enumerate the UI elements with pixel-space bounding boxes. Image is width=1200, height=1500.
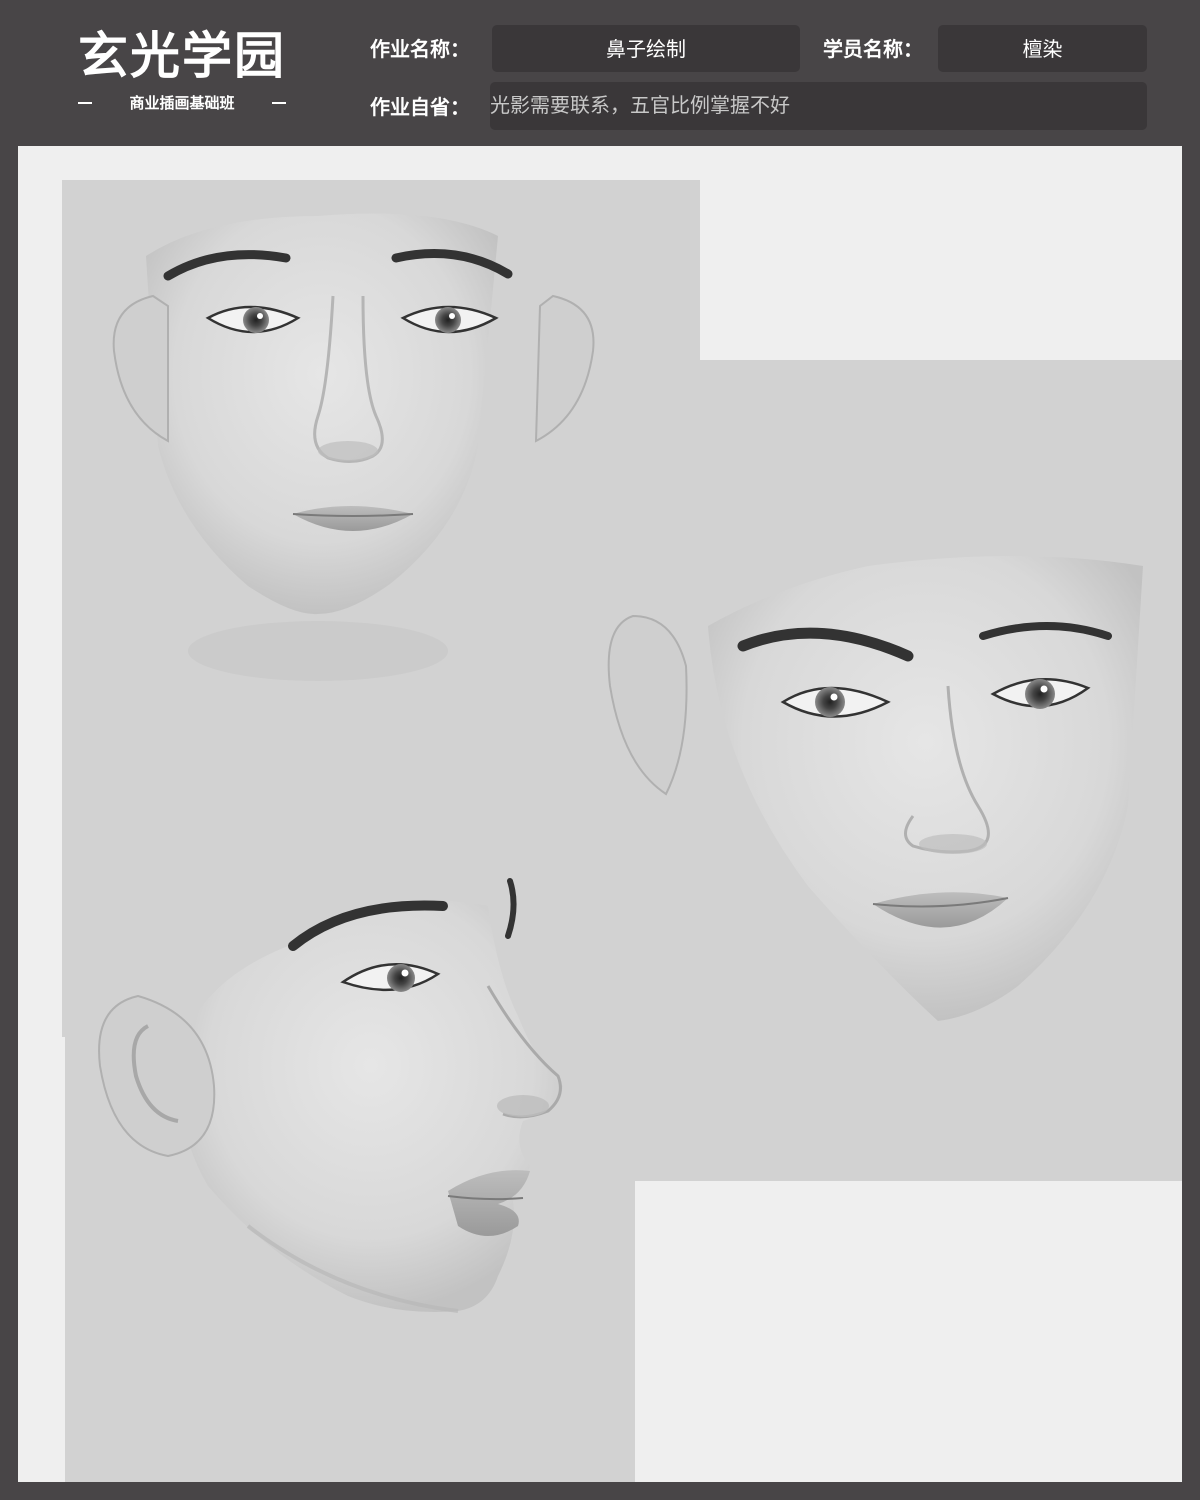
front-left-iris xyxy=(243,307,269,333)
three-quarter-nose-base xyxy=(919,834,987,854)
brand-subtitle: 商业插画基础班 xyxy=(129,94,235,112)
front-right-iris xyxy=(435,307,461,333)
artwork-canvas xyxy=(18,146,1182,1482)
front-neck-shadow xyxy=(188,621,448,681)
three-quarter-left-iris xyxy=(815,687,845,717)
three-quarter-left-highlight xyxy=(830,693,838,701)
student-name-field: 檀染 xyxy=(938,25,1147,72)
reflection-field: 光影需要联系，五官比例掌握不好 xyxy=(490,82,1147,130)
front-left-highlight xyxy=(257,313,263,319)
profile-nostril xyxy=(497,1095,549,1117)
front-nose-base xyxy=(318,441,378,461)
profile-iris xyxy=(387,964,415,992)
header: 玄光学园 商业插画基础班 作业名称： 鼻子绘制 学员名称： 檀染 作业自省： 光… xyxy=(0,0,1200,146)
reflection-value: 光影需要联系，五官比例掌握不好 xyxy=(490,93,790,117)
dash-right xyxy=(271,102,286,104)
profile-highlight xyxy=(401,969,409,977)
three-quarter-right-iris xyxy=(1025,679,1055,709)
brand-subtitle-row: 商业插画基础班 xyxy=(78,93,286,113)
student-name-value: 檀染 xyxy=(1022,36,1063,61)
homework-name-value: 鼻子绘制 xyxy=(606,36,686,61)
homework-name-label: 作业名称： xyxy=(370,37,470,61)
brand-title: 玄光学园 xyxy=(78,26,286,85)
dash-left xyxy=(78,102,92,104)
student-name-label: 学员名称： xyxy=(823,37,923,61)
homework-name-field: 鼻子绘制 xyxy=(492,25,800,72)
reflection-label: 作业自省： xyxy=(370,95,470,119)
three-quarter-right-highlight xyxy=(1040,685,1048,693)
front-right-highlight xyxy=(449,313,455,319)
artwork-svg xyxy=(62,180,1182,1482)
